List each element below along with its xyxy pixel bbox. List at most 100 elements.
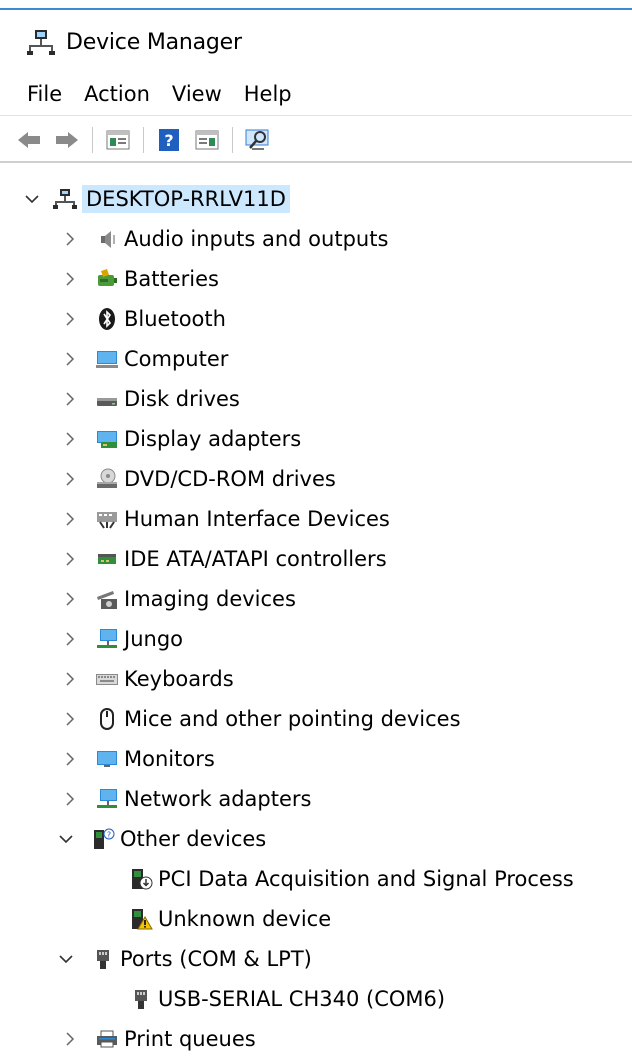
tree-item-label: Other devices — [120, 827, 267, 851]
chevron-right-icon[interactable] — [62, 311, 78, 327]
tree-item-network-adapters[interactable]: Network adapters — [62, 781, 315, 817]
chevron-right-icon[interactable] — [62, 591, 78, 607]
tree-item-keyboards[interactable]: Keyboards — [62, 661, 238, 697]
tree-item-computer[interactable]: Computer — [62, 341, 232, 377]
scan-for-hardware-changes-icon — [245, 129, 269, 150]
menu-help[interactable]: Help — [244, 82, 292, 106]
computer-icon — [94, 346, 120, 372]
show-hide-action-pane-icon — [195, 130, 219, 150]
svg-text:?: ? — [107, 831, 111, 840]
tree-item-dvd-drives[interactable]: DVD/CD-ROM drives — [62, 461, 340, 497]
tree-item-jungo[interactable]: Jungo — [62, 621, 187, 657]
tree-item-hid[interactable]: Human Interface Devices — [62, 501, 394, 537]
tree-subitem-label: USB-SERIAL CH340 (COM6) — [158, 987, 446, 1011]
scan-for-hardware-changes-button[interactable] — [243, 125, 273, 155]
chevron-right-icon[interactable] — [62, 791, 78, 807]
tree-item-ports[interactable]: Ports (COM & LPT) — [58, 941, 316, 977]
tree-item-label: Network adapters — [124, 787, 312, 811]
chevron-right-icon[interactable] — [62, 391, 78, 407]
show-hide-console-tree-icon — [106, 130, 130, 150]
computer-network-icon — [52, 186, 78, 212]
tree-item-label: Audio inputs and outputs — [124, 227, 389, 251]
chevron-right-icon[interactable] — [62, 511, 78, 527]
tree-item-monitors[interactable]: Monitors — [62, 741, 219, 777]
tree-subitem-label: PCI Data Acquisition and Signal Process — [158, 867, 574, 891]
chevron-right-icon[interactable] — [62, 751, 78, 767]
chevron-right-icon[interactable] — [62, 471, 78, 487]
chevron-right-icon[interactable] — [62, 671, 78, 687]
toolbar-separator — [143, 127, 144, 153]
tree-root[interactable]: DESKTOP-RRLV11D — [24, 181, 290, 217]
tree-item-other-devices[interactable]: ? Other devices — [58, 821, 270, 857]
tree-item-display-adapters[interactable]: Display adapters — [62, 421, 305, 457]
svg-text:?: ? — [164, 131, 173, 150]
show-hide-console-tree-button[interactable] — [103, 125, 133, 155]
tree-subitem-pci-device[interactable]: PCI Data Acquisition and Signal Process — [128, 861, 578, 897]
toolbar-divider-top — [0, 115, 632, 116]
pci-device-icon — [128, 866, 154, 892]
chevron-right-icon[interactable] — [62, 231, 78, 247]
tree-subitem-usb-serial[interactable]: USB-SERIAL CH340 (COM6) — [128, 981, 449, 1017]
back-arrow-icon — [18, 132, 40, 148]
tree-item-label: DVD/CD-ROM drives — [124, 467, 336, 491]
chevron-right-icon[interactable] — [62, 551, 78, 567]
tree-item-label: Jungo — [124, 627, 183, 651]
toolbar-divider-bottom — [0, 161, 632, 163]
show-hide-action-pane-button[interactable] — [192, 125, 222, 155]
port-icon — [90, 946, 116, 972]
tree-item-label: Print queues — [124, 1027, 256, 1051]
title-bar: Device Manager — [0, 22, 632, 62]
tree-item-batteries[interactable]: Batteries — [62, 261, 223, 297]
forward-button[interactable] — [52, 125, 82, 155]
port-icon — [128, 986, 154, 1012]
camera-icon — [94, 586, 120, 612]
ide-controller-icon — [94, 546, 120, 572]
tree-item-bluetooth[interactable]: Bluetooth — [62, 301, 230, 337]
menu-file[interactable]: File — [27, 82, 62, 106]
disk-drive-icon — [94, 386, 120, 412]
chevron-right-icon[interactable] — [62, 431, 78, 447]
chevron-right-icon[interactable] — [62, 271, 78, 287]
forward-arrow-icon — [56, 132, 78, 148]
tree-item-ide-controllers[interactable]: IDE ATA/ATAPI controllers — [62, 541, 391, 577]
chevron-down-icon[interactable] — [24, 191, 40, 207]
menu-view[interactable]: View — [172, 82, 222, 106]
help-icon: ? — [159, 129, 179, 151]
tree-item-audio[interactable]: Audio inputs and outputs — [62, 221, 392, 257]
bluetooth-icon — [94, 306, 120, 332]
network-device-icon — [94, 626, 120, 652]
tree-item-label: Mice and other pointing devices — [124, 707, 461, 731]
tree-item-label: Display adapters — [124, 427, 302, 451]
tree-item-disk-drives[interactable]: Disk drives — [62, 381, 244, 417]
hid-icon — [94, 506, 120, 532]
keyboard-icon — [94, 666, 120, 692]
tree-item-label: Bluetooth — [124, 307, 226, 331]
menu-action[interactable]: Action — [84, 82, 150, 106]
monitor-icon — [94, 746, 120, 772]
tree-subitem-unknown-device[interactable]: Unknown device — [128, 901, 335, 937]
toolbar-separator — [92, 127, 93, 153]
chevron-right-icon[interactable] — [62, 351, 78, 367]
tree-item-imaging[interactable]: Imaging devices — [62, 581, 300, 617]
tree-item-label: Monitors — [124, 747, 215, 771]
chevron-right-icon[interactable] — [62, 711, 78, 727]
display-adapter-icon — [94, 426, 120, 452]
warning-device-icon — [128, 906, 154, 932]
tree-item-mice[interactable]: Mice and other pointing devices — [62, 701, 465, 737]
chevron-down-icon[interactable] — [58, 951, 74, 967]
chevron-right-icon[interactable] — [62, 1031, 78, 1047]
tree-item-print-queues[interactable]: Print queues — [62, 1021, 260, 1057]
battery-icon — [94, 266, 120, 292]
toolbar: ? — [0, 120, 632, 160]
back-button[interactable] — [14, 125, 44, 155]
tree-root-label[interactable]: DESKTOP-RRLV11D — [82, 185, 290, 213]
chevron-right-icon[interactable] — [62, 631, 78, 647]
unknown-device-category-icon: ? — [90, 826, 116, 852]
menu-bar: File Action View Help — [0, 76, 632, 112]
tree-subitem-label: Unknown device — [158, 907, 332, 931]
tree-item-label: Ports (COM & LPT) — [120, 947, 312, 971]
toolbar-separator — [232, 127, 233, 153]
help-button[interactable]: ? — [154, 125, 184, 155]
dvd-drive-icon — [94, 466, 120, 492]
chevron-down-icon[interactable] — [58, 831, 74, 847]
